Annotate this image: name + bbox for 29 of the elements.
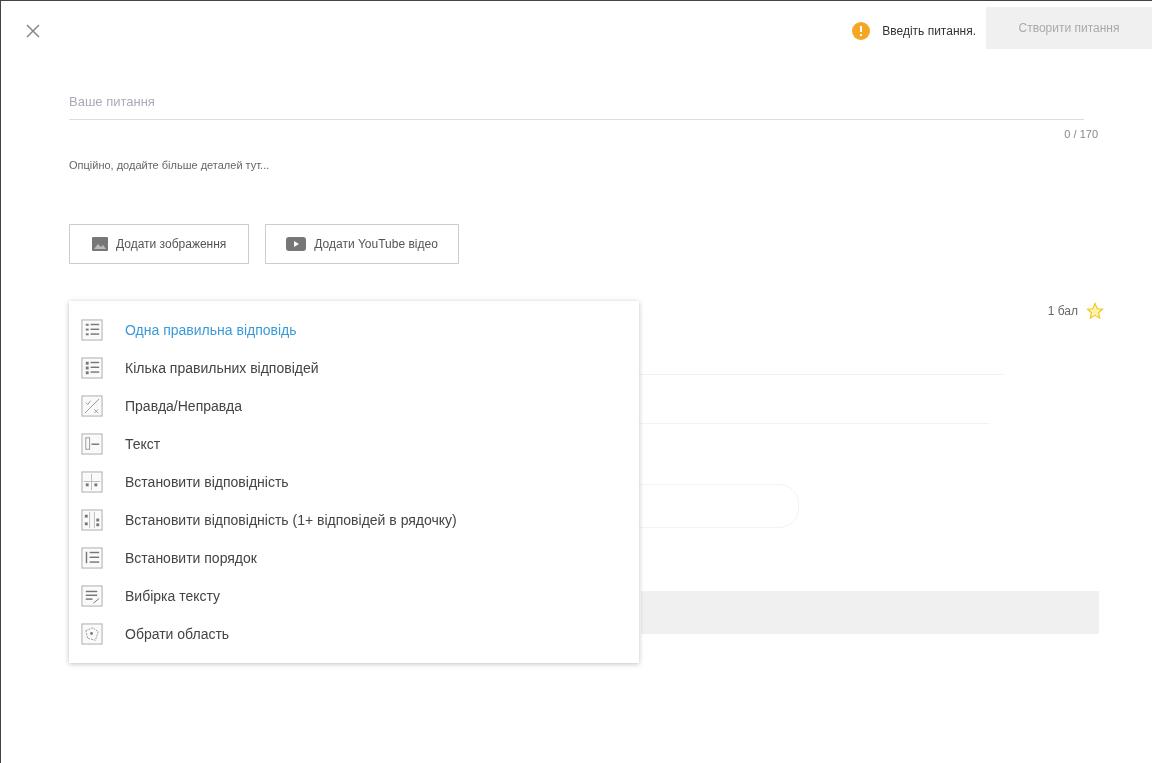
warning-icon: [852, 22, 871, 40]
menu-item[interactable]: Текст: [69, 425, 639, 463]
single-choice-icon: [81, 319, 103, 341]
points-label: 1 бал: [1047, 302, 1078, 320]
text-answer-icon: [81, 433, 103, 455]
details-input[interactable]: Опційно, додайте більше деталей тут...: [69, 156, 1084, 173]
multiple-choice-icon: [81, 357, 103, 379]
area-selection-icon: [81, 623, 103, 645]
menu-item[interactable]: Вибірка тексту: [69, 577, 639, 615]
matching-grid-icon: [81, 509, 103, 531]
menu-item[interactable]: Правда/Неправда: [69, 387, 639, 425]
text-selection-icon: [81, 585, 103, 607]
menu-item[interactable]: Кілька правильних відповідей: [69, 349, 639, 387]
menu-item[interactable]: Встановити відповідність: [69, 463, 639, 501]
menu-item[interactable]: Встановити порядок: [69, 539, 639, 577]
video-play-icon: [286, 236, 307, 251]
warning-message: Введіть питання.: [882, 23, 976, 40]
menu-item[interactable]: Встановити відповідність (1+ відповідей в рядочку): [69, 501, 639, 539]
menu-item[interactable]: Обрати область: [69, 615, 639, 653]
add-image-button[interactable]: Додати зображення: [69, 223, 250, 264]
star-icon[interactable]: [1086, 301, 1104, 320]
matching-grid-icon: [81, 471, 103, 493]
image-icon: [92, 236, 108, 251]
ordered-list-icon: [81, 547, 103, 569]
question-input[interactable]: Ваше питання: [69, 92, 1084, 112]
close-icon[interactable]: [25, 23, 41, 39]
true-false-icon: [81, 395, 103, 417]
add-video-button[interactable]: Додати YouTube відео: [265, 223, 459, 264]
character-counter: 0 / 170: [1064, 127, 1098, 142]
